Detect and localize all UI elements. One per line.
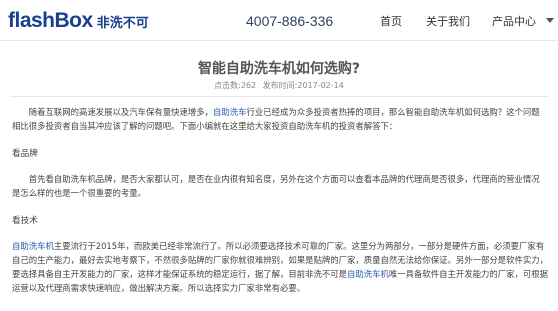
site-logo[interactable]: flashBox 非洗不可	[8, 9, 149, 33]
car-wash-machine-link[interactable]: 自助洗车机	[12, 241, 54, 251]
logo-text-cn: 非洗不可	[96, 16, 149, 31]
paragraph-brand: 首先看自助洗车机品牌，是否大家都认可，是否在业内很有知名度，另外在这个方面可以查…	[12, 174, 540, 198]
view-count: 点击数:262	[214, 81, 257, 90]
site-header: flashBox 非洗不可 4007-886-336 首页 关于我们 产品中心	[0, 0, 558, 41]
subheading-brand: 看品牌	[12, 149, 38, 159]
publish-date: 发布时间:2017-02-14	[262, 81, 344, 90]
paragraph-intro: 随着互联网的高速发展以及汽车保有量快速增多，自助洗车行业已经成为众多投资者热捧的…	[12, 107, 540, 131]
title-divider	[10, 96, 548, 97]
nav-home[interactable]: 首页	[380, 13, 402, 29]
article-title: 智能自助洗车机如何选购?	[197, 61, 361, 78]
nav-product-center[interactable]: 产品中心	[492, 13, 536, 29]
article-meta: 点击数:262 发布时间:2017-02-14	[0, 80, 558, 91]
logo-text-en: flashBox	[8, 9, 93, 32]
self-service-car-wash-link[interactable]: 自助洗车	[213, 107, 247, 117]
paragraph-tech: 自助洗车机主要流行于2015年，而欧美已经非常流行了。所以必须要选择技术可靠的厂…	[12, 241, 548, 293]
hotline-number: 4007-886-336	[246, 13, 334, 29]
article-body: 随着互联网的高速发展以及汽车保有量快速增多，自助洗车行业已经成为众多投资者热捧的…	[12, 105, 548, 295]
chevron-down-icon[interactable]	[546, 18, 554, 23]
car-wash-machine-link-2[interactable]: 自助洗车机	[347, 269, 389, 279]
subheading-tech: 看技术	[12, 216, 38, 226]
nav-about-us[interactable]: 关于我们	[426, 13, 470, 29]
